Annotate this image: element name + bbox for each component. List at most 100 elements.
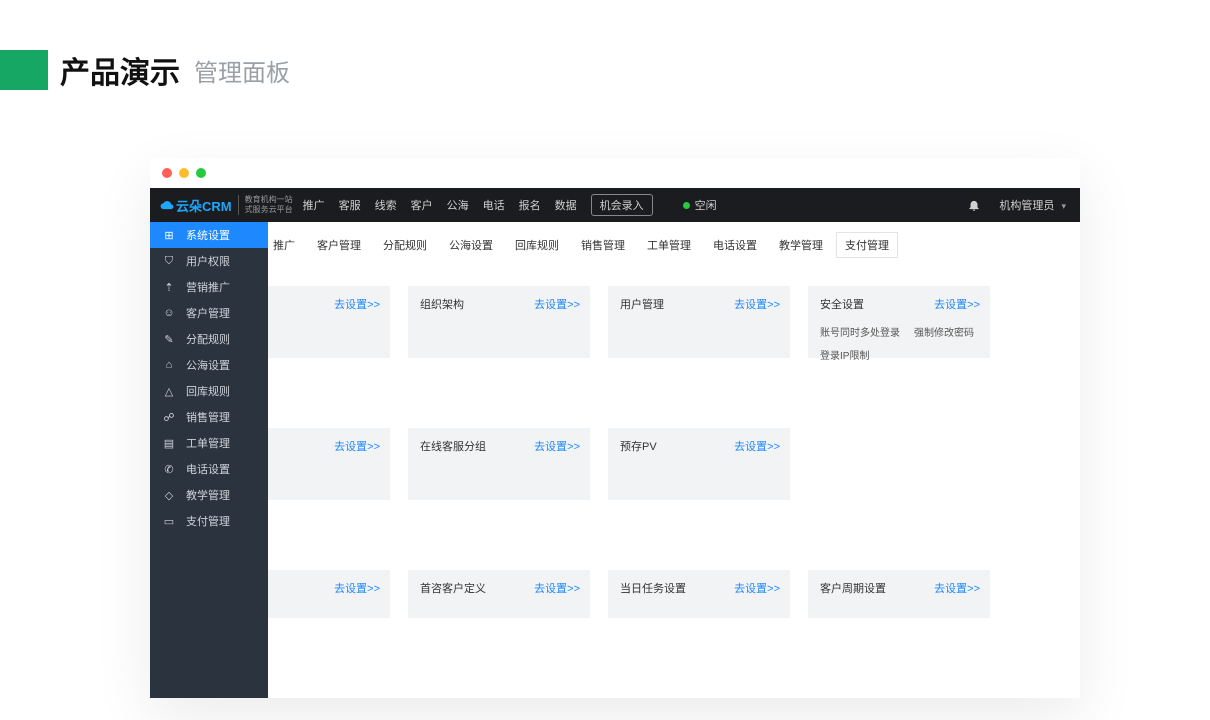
card-title: 当日任务设置 — [620, 583, 686, 595]
slide-subtitle: 管理面板 — [194, 53, 290, 88]
tab-item[interactable]: 电话设置 — [704, 232, 766, 258]
sidebar: ⊞系统设置 ⛉用户权限 ⇡营销推广 ☺客户管理 ✎分配规则 ⌂公海设置 △回库规… — [150, 222, 268, 698]
settings-card-online-groups[interactable]: 在线客服分组 去设置>> — [408, 428, 590, 500]
go-settings-link[interactable]: 去设置>> — [334, 296, 380, 312]
nav-item[interactable]: 报名 — [519, 197, 541, 213]
sidebar-item-label: 工单管理 — [186, 435, 230, 451]
person-icon: ☺ — [162, 307, 176, 319]
status-dot-icon — [683, 202, 690, 209]
brand-logo[interactable]: 云朵CRM 教育机构一站式服务云平台 — [160, 195, 293, 214]
status-indicator[interactable]: 空闲 — [683, 197, 717, 213]
sidebar-item-customers[interactable]: ☺客户管理 — [150, 300, 268, 326]
tab-item[interactable]: 推广 — [272, 232, 304, 258]
tab-item[interactable]: 回库规则 — [506, 232, 568, 258]
brand-mark: 云朵CRM — [160, 196, 232, 215]
sales-icon: ☍ — [162, 411, 176, 424]
category-tabs: 推广 客户管理 分配规则 公海设置 回库规则 销售管理 工单管理 电话设置 教学… — [268, 222, 1080, 258]
sidebar-item-sales[interactable]: ☍销售管理 — [150, 404, 268, 430]
house-icon: ⌂ — [162, 359, 176, 371]
card-title: 在线客服分组 — [420, 441, 486, 453]
notifications-button[interactable] — [967, 198, 981, 212]
nav-item[interactable]: 客服 — [339, 197, 361, 213]
chevron-down-icon: ▾ — [1061, 201, 1066, 211]
slide-title: 产品演示 — [60, 48, 180, 92]
card-title: 首咨客户定义 — [420, 583, 486, 595]
card-title: 预存PV — [620, 441, 657, 453]
sidebar-item-label: 分配规则 — [186, 331, 230, 347]
slide-header: 产品演示 管理面板 — [0, 0, 1210, 92]
settings-row: 去设置>> 组织架构 去设置>> 用户管理 去设置>> 安全设置 去设置>> — [268, 286, 1080, 358]
sidebar-item-assign-rules[interactable]: ✎分配规则 — [150, 326, 268, 352]
sidebar-item-teaching[interactable]: ◇教学管理 — [150, 482, 268, 508]
bell-icon — [967, 198, 981, 212]
settings-card-org[interactable]: 组织架构 去设置>> — [408, 286, 590, 358]
card-icon: ▭ — [162, 515, 176, 528]
nav-item[interactable]: 数据 — [555, 197, 577, 213]
settings-row: 去设置>> 在线客服分组 去设置>> 预存PV 去设置>> — [268, 428, 1080, 500]
go-settings-link[interactable]: 去设置>> — [734, 580, 780, 596]
go-settings-link[interactable]: 去设置>> — [934, 296, 980, 312]
sub-item[interactable]: 登录IP限制 — [820, 347, 869, 362]
go-settings-link[interactable]: 去设置>> — [734, 438, 780, 454]
sidebar-item-label: 支付管理 — [186, 513, 230, 529]
card-title: 组织架构 — [420, 299, 464, 311]
sidebar-item-return-rules[interactable]: △回库规则 — [150, 378, 268, 404]
nav-item[interactable]: 推广 — [303, 197, 325, 213]
sidebar-item-pool-settings[interactable]: ⌂公海设置 — [150, 352, 268, 378]
sub-item[interactable]: 强制修改密码 — [914, 324, 974, 339]
sidebar-item-marketing[interactable]: ⇡营销推广 — [150, 274, 268, 300]
sub-item[interactable]: 账号同时多处登录 — [820, 324, 900, 339]
settings-card-customer-cycle[interactable]: 客户周期设置 去设置>> — [808, 570, 990, 618]
settings-card[interactable]: 去设置>> — [268, 570, 390, 618]
user-role-dropdown[interactable]: 机构管理员 ▾ — [999, 197, 1066, 213]
tab-item[interactable]: 工单管理 — [638, 232, 700, 258]
brand-tagline: 教育机构一站式服务云平台 — [238, 195, 293, 214]
sidebar-item-label: 用户权限 — [186, 253, 230, 269]
settings-card[interactable]: 去设置>> — [268, 286, 390, 358]
settings-card[interactable]: 去设置>> — [268, 428, 390, 500]
minimize-icon[interactable] — [179, 168, 189, 178]
go-settings-link[interactable]: 去设置>> — [334, 438, 380, 454]
phone-icon: ✆ — [162, 463, 176, 476]
sidebar-item-payment[interactable]: ▭ 支付管理 — [150, 508, 268, 534]
nav-item[interactable]: 电话 — [483, 197, 505, 213]
ticket-icon: ▤ — [162, 437, 176, 450]
card-title: 客户周期设置 — [820, 583, 886, 595]
go-settings-link[interactable]: 去设置>> — [934, 580, 980, 596]
tab-item[interactable]: 公海设置 — [440, 232, 502, 258]
tab-item[interactable]: 销售管理 — [572, 232, 634, 258]
nav-item[interactable]: 公海 — [447, 197, 469, 213]
tab-item[interactable]: 客户管理 — [308, 232, 370, 258]
record-opportunity-button[interactable]: 机会录入 — [591, 194, 653, 216]
card-title: 用户管理 — [620, 299, 664, 311]
main-content: 推广 客户管理 分配规则 公海设置 回库规则 销售管理 工单管理 电话设置 教学… — [268, 222, 1080, 698]
go-settings-link[interactable]: 去设置>> — [534, 580, 580, 596]
close-icon[interactable] — [162, 168, 172, 178]
sidebar-item-phone[interactable]: ✆ 电话设置 — [150, 456, 268, 482]
tab-item[interactable]: 教学管理 — [770, 232, 832, 258]
card-sub-items: 账号同时多处登录 强制修改密码 登录IP限制 — [820, 324, 978, 362]
sidebar-item-user-permissions[interactable]: ⛉用户权限 — [150, 248, 268, 274]
settings-card-prestore-pv[interactable]: 预存PV 去设置>> — [608, 428, 790, 500]
settings-card-user-mgmt[interactable]: 用户管理 去设置>> — [608, 286, 790, 358]
sidebar-item-system-settings[interactable]: ⊞系统设置 — [150, 222, 268, 248]
maximize-icon[interactable] — [196, 168, 206, 178]
user-role-label: 机构管理员 — [999, 200, 1054, 212]
status-label: 空闲 — [695, 197, 717, 213]
sidebar-item-label: 营销推广 — [186, 279, 230, 295]
tab-item[interactable]: 支付管理 — [836, 232, 898, 258]
nav-item[interactable]: 线索 — [375, 197, 397, 213]
go-settings-link[interactable]: 去设置>> — [534, 296, 580, 312]
settings-card-daily-tasks[interactable]: 当日任务设置 去设置>> — [608, 570, 790, 618]
sidebar-item-label: 电话设置 — [186, 461, 230, 477]
go-settings-link[interactable]: 去设置>> — [334, 580, 380, 596]
cloud-icon — [160, 198, 174, 212]
nav-item[interactable]: 客户 — [411, 197, 433, 213]
sidebar-item-label: 教学管理 — [186, 487, 230, 503]
go-settings-link[interactable]: 去设置>> — [734, 296, 780, 312]
settings-card-first-consult[interactable]: 首咨客户定义 去设置>> — [408, 570, 590, 618]
sidebar-item-tickets[interactable]: ▤ 工单管理 — [150, 430, 268, 456]
tab-item[interactable]: 分配规则 — [374, 232, 436, 258]
go-settings-link[interactable]: 去设置>> — [534, 438, 580, 454]
settings-card-security[interactable]: 安全设置 去设置>> 账号同时多处登录 强制修改密码 登录IP限制 — [808, 286, 990, 358]
